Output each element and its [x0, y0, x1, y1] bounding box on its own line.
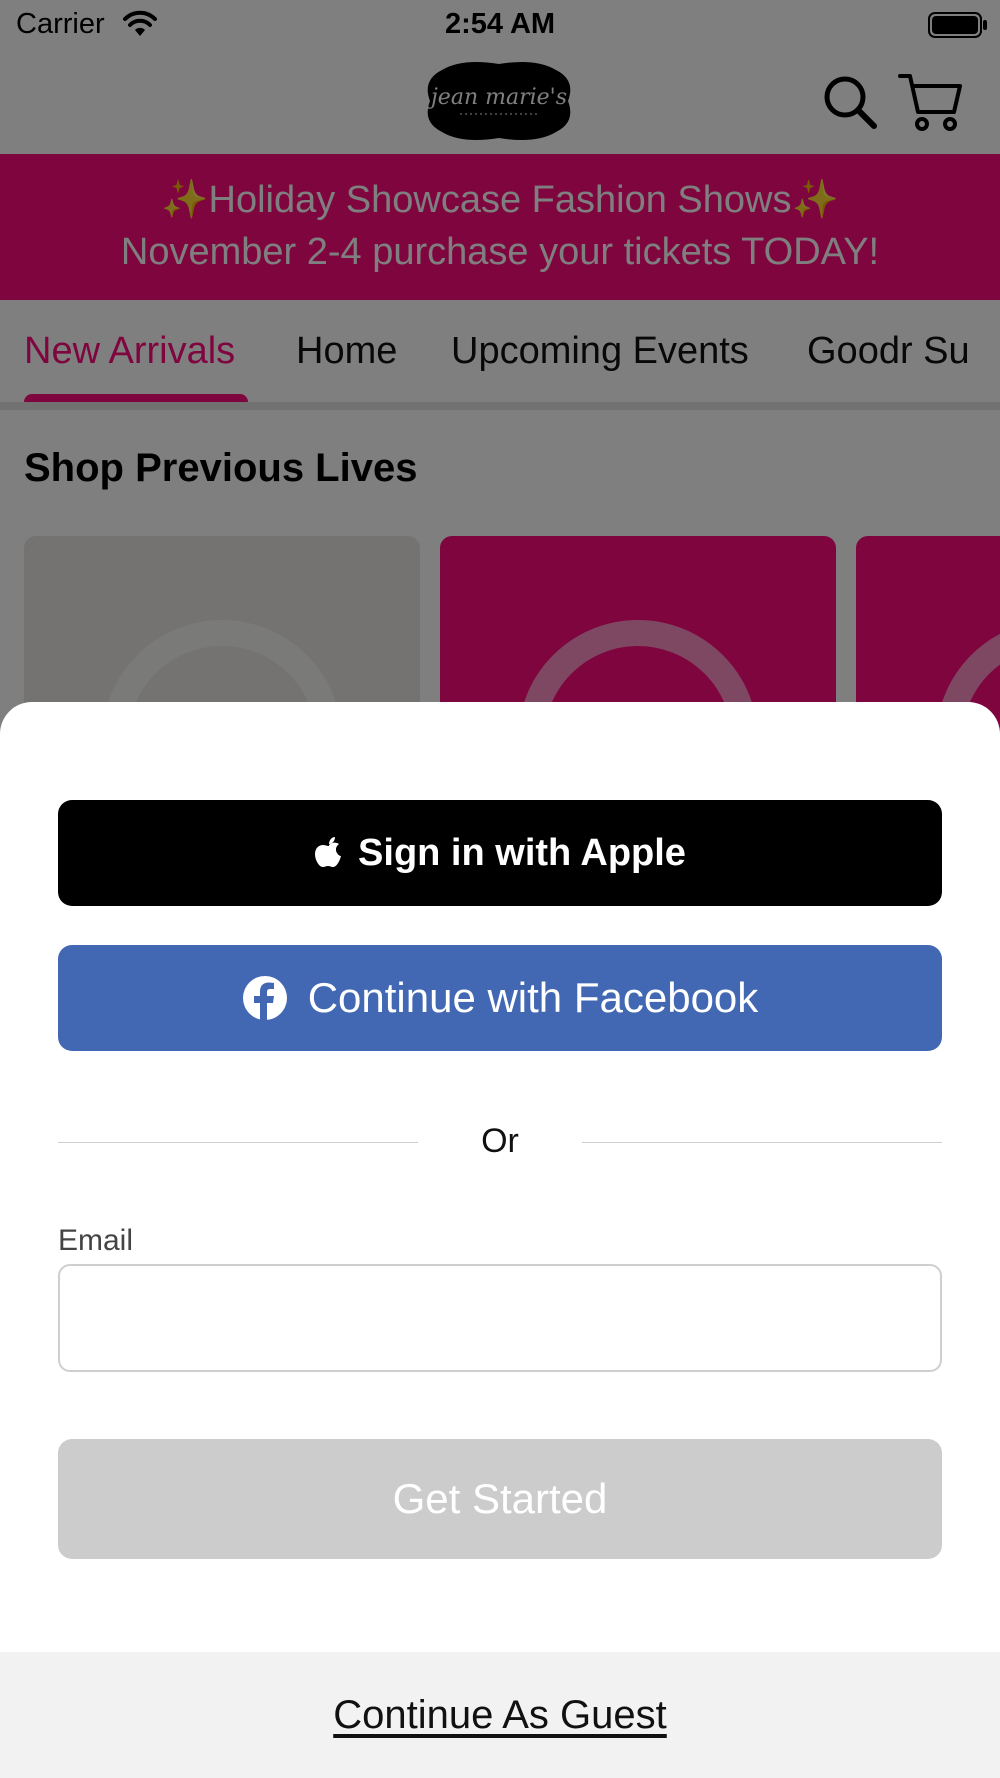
or-divider: Or — [58, 1120, 942, 1164]
sign-in-sheet: Sign in with Apple Continue with Faceboo… — [0, 702, 1000, 1778]
continue-as-guest-link[interactable]: Continue As Guest — [333, 1693, 667, 1738]
email-field[interactable] — [58, 1264, 942, 1372]
divider-line — [582, 1142, 942, 1143]
apple-button-label: Sign in with Apple — [358, 831, 686, 874]
continue-with-facebook-button[interactable]: Continue with Facebook — [58, 945, 942, 1051]
email-label: Email — [58, 1224, 134, 1257]
facebook-icon — [242, 976, 287, 1021]
get-started-button[interactable]: Get Started — [58, 1439, 942, 1559]
facebook-button-label: Continue with Facebook — [307, 974, 759, 1021]
guest-bar: Continue As Guest — [0, 1652, 1000, 1778]
apple-icon — [315, 837, 342, 867]
sign-in-with-apple-button[interactable]: Sign in with Apple — [58, 800, 942, 906]
get-started-label: Get Started — [392, 1475, 608, 1522]
